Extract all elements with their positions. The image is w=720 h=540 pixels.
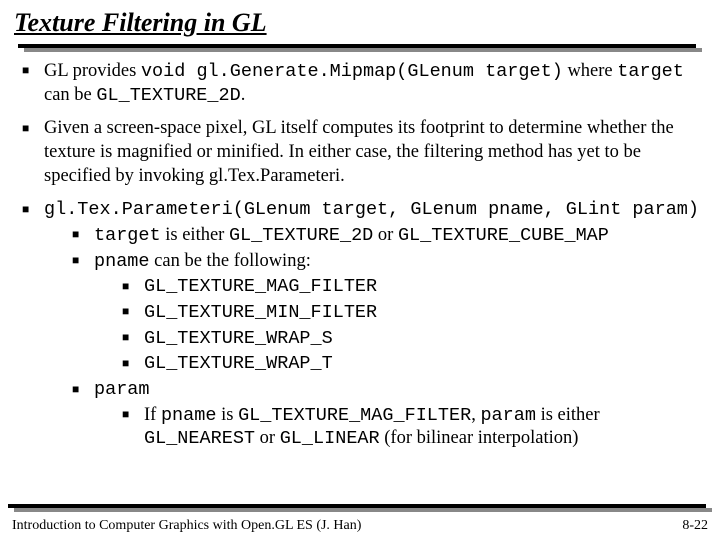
code: GL_NEAREST — [144, 428, 255, 449]
code: GL_LINEAR — [280, 428, 380, 449]
bullet-3c: param If pname is GL_TEXTURE_MAG_FILTER,… — [72, 378, 700, 451]
bullet-1: GL provides void gl.Generate.Mipmap(GLen… — [22, 60, 700, 107]
code: GL_TEXTURE_MAG_FILTER — [144, 276, 377, 297]
code: gl.Tex.Parameteri(GLenum target, GLenum … — [44, 199, 699, 220]
code: pname — [94, 251, 150, 272]
code: GL_TEXTURE_2D — [96, 85, 240, 106]
divider-line — [8, 504, 706, 508]
text: or — [373, 225, 398, 245]
code: GL_TEXTURE_MAG_FILTER — [238, 405, 471, 426]
bullet-3b: pname can be the following: GL_TEXTURE_M… — [72, 250, 700, 376]
text: is — [216, 405, 238, 425]
text: is either — [161, 225, 229, 245]
slide-title: Texture Filtering in GL — [14, 8, 706, 38]
text: can be the following: — [150, 251, 311, 271]
text: (for bilinear interpolation) — [380, 428, 579, 448]
title-area: Texture Filtering in GL — [0, 0, 720, 52]
text: GL provides — [44, 61, 141, 81]
bullet-3c1: If pname is GL_TEXTURE_MAG_FILTER, param… — [122, 404, 700, 451]
code: GL_TEXTURE_CUBE_MAP — [398, 225, 609, 246]
bullet-opt4: GL_TEXTURE_WRAP_T — [122, 352, 700, 376]
code: GL_TEXTURE_WRAP_T — [144, 353, 333, 374]
footer-divider — [8, 504, 712, 512]
bullet-2: Given a screen-space pixel, GL itself co… — [22, 117, 700, 188]
bullet-opt1: GL_TEXTURE_MAG_FILTER — [122, 275, 700, 299]
text: where — [563, 61, 617, 81]
text: Given a screen-space pixel, GL itself co… — [44, 118, 674, 185]
footer-right: 8-22 — [682, 518, 708, 534]
code: void gl.Generate.Mipmap(GLenum target) — [141, 61, 563, 82]
text: . — [241, 85, 246, 105]
divider-shadow — [14, 508, 712, 512]
divider-line — [18, 44, 696, 48]
footer-left: Introduction to Computer Graphics with O… — [12, 518, 361, 534]
code: target — [94, 225, 161, 246]
code: pname — [161, 405, 217, 426]
content-area: GL provides void gl.Generate.Mipmap(GLen… — [0, 60, 720, 451]
code: target — [617, 61, 684, 82]
title-divider — [18, 44, 702, 52]
text: If — [144, 405, 161, 425]
code: GL_TEXTURE_WRAP_S — [144, 328, 333, 349]
bullet-3: gl.Tex.Parameteri(GLenum target, GLenum … — [22, 198, 700, 451]
bullet-opt3: GL_TEXTURE_WRAP_S — [122, 327, 700, 351]
divider-shadow — [24, 48, 702, 52]
text: is either — [536, 405, 600, 425]
code: GL_TEXTURE_2D — [229, 225, 373, 246]
text: can be — [44, 85, 96, 105]
bullet-3a: target is either GL_TEXTURE_2D or GL_TEX… — [72, 224, 700, 248]
code: param — [94, 379, 150, 400]
text: or — [255, 428, 280, 448]
code: GL_TEXTURE_MIN_FILTER — [144, 302, 377, 323]
bullet-opt2: GL_TEXTURE_MIN_FILTER — [122, 301, 700, 325]
footer: Introduction to Computer Graphics with O… — [12, 518, 708, 534]
slide: Texture Filtering in GL GL provides void… — [0, 0, 720, 540]
code: param — [480, 405, 536, 426]
